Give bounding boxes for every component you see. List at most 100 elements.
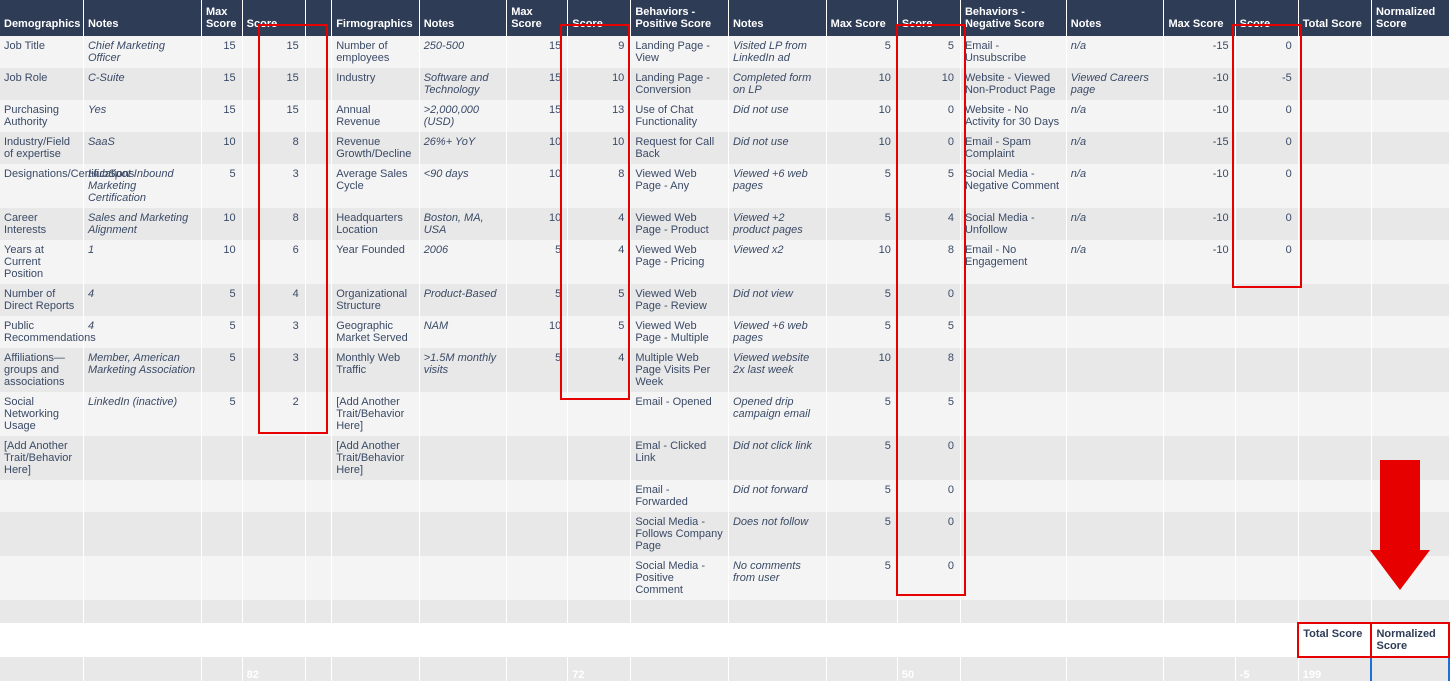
- cell[interactable]: [419, 392, 507, 436]
- cell[interactable]: Email - Opened: [631, 392, 729, 436]
- cell[interactable]: [1298, 436, 1371, 480]
- cell[interactable]: Yes: [83, 100, 201, 132]
- cell[interactable]: Website - No Activity for 30 Days: [960, 100, 1066, 132]
- cell[interactable]: [305, 348, 331, 392]
- cell[interactable]: [1298, 480, 1371, 512]
- cell[interactable]: 15: [201, 36, 242, 68]
- cell[interactable]: Software and Technology: [419, 68, 507, 100]
- cell[interactable]: 8: [897, 348, 960, 392]
- cell[interactable]: [Add Another Trait/Behavior Here]: [332, 392, 420, 436]
- cell[interactable]: [83, 556, 201, 600]
- cell[interactable]: [Add Another Trait/Behavior Here]: [332, 436, 420, 480]
- cell[interactable]: 3: [242, 164, 305, 208]
- cell[interactable]: 4: [83, 284, 201, 316]
- cell[interactable]: [1298, 284, 1371, 316]
- cell[interactable]: [1298, 240, 1371, 284]
- cell[interactable]: -10: [1164, 208, 1235, 240]
- cell[interactable]: 10: [826, 100, 897, 132]
- cell[interactable]: 5: [826, 284, 897, 316]
- cell[interactable]: [1298, 348, 1371, 392]
- cell[interactable]: SaaS: [83, 132, 201, 164]
- cell[interactable]: [1371, 132, 1449, 164]
- cell[interactable]: Social Media - Negative Comment: [960, 164, 1066, 208]
- cell[interactable]: [568, 480, 631, 512]
- cell[interactable]: 5: [507, 284, 568, 316]
- cell[interactable]: n/a: [1066, 100, 1164, 132]
- cell[interactable]: Job Title: [0, 36, 83, 68]
- cell[interactable]: Industry/Field of expertise: [0, 132, 83, 164]
- cell[interactable]: 2006: [419, 240, 507, 284]
- cell[interactable]: Public Recommendations: [0, 316, 83, 348]
- cell[interactable]: [568, 392, 631, 436]
- cell[interactable]: [1298, 208, 1371, 240]
- cell[interactable]: n/a: [1066, 132, 1164, 164]
- cell[interactable]: [419, 512, 507, 556]
- cell[interactable]: 5: [201, 392, 242, 436]
- cell[interactable]: 5: [507, 240, 568, 284]
- cell[interactable]: C-Suite: [83, 68, 201, 100]
- cell[interactable]: 5: [201, 316, 242, 348]
- cell[interactable]: 5: [201, 164, 242, 208]
- cell[interactable]: 15: [242, 100, 305, 132]
- cell[interactable]: [1298, 556, 1371, 600]
- cell[interactable]: [1235, 512, 1298, 556]
- cell[interactable]: 9: [568, 36, 631, 68]
- cell[interactable]: 0: [897, 132, 960, 164]
- cell[interactable]: [1235, 480, 1298, 512]
- cell[interactable]: 1: [83, 240, 201, 284]
- cell[interactable]: Landing Page - View: [631, 36, 729, 68]
- cell[interactable]: Did not use: [728, 132, 826, 164]
- cell[interactable]: -5: [1235, 68, 1298, 100]
- cell[interactable]: Year Founded: [332, 240, 420, 284]
- cell[interactable]: [419, 480, 507, 512]
- cell[interactable]: [305, 100, 331, 132]
- cell[interactable]: Number of employees: [332, 36, 420, 68]
- cell[interactable]: Viewed x2: [728, 240, 826, 284]
- cell[interactable]: 10: [568, 68, 631, 100]
- cell[interactable]: 5: [826, 392, 897, 436]
- cell[interactable]: 10: [507, 132, 568, 164]
- cell[interactable]: [242, 436, 305, 480]
- cell[interactable]: n/a: [1066, 164, 1164, 208]
- cell[interactable]: [1164, 556, 1235, 600]
- cell[interactable]: [1371, 36, 1449, 68]
- cell[interactable]: [305, 164, 331, 208]
- cell[interactable]: [305, 392, 331, 436]
- cell[interactable]: >1.5M monthly visits: [419, 348, 507, 392]
- cell[interactable]: [305, 284, 331, 316]
- cell[interactable]: 4: [242, 284, 305, 316]
- cell[interactable]: Website - Viewed Non-Product Page: [960, 68, 1066, 100]
- cell[interactable]: [305, 436, 331, 480]
- cell[interactable]: 15: [201, 68, 242, 100]
- cell[interactable]: -15: [1164, 36, 1235, 68]
- cell[interactable]: [83, 480, 201, 512]
- cell[interactable]: Social Media - Follows Company Page: [631, 512, 729, 556]
- cell[interactable]: Career Interests: [0, 208, 83, 240]
- cell[interactable]: Viewed Web Page - Review: [631, 284, 729, 316]
- cell[interactable]: [1298, 392, 1371, 436]
- cell[interactable]: Use of Chat Functionality: [631, 100, 729, 132]
- cell[interactable]: 0: [1235, 132, 1298, 164]
- cell[interactable]: [419, 436, 507, 480]
- cell[interactable]: 4: [897, 208, 960, 240]
- cell[interactable]: [960, 556, 1066, 600]
- cell[interactable]: 15: [507, 100, 568, 132]
- cell[interactable]: [1066, 512, 1164, 556]
- cell[interactable]: 10: [826, 348, 897, 392]
- cell[interactable]: Annual Revenue: [332, 100, 420, 132]
- cell[interactable]: Geographic Market Served: [332, 316, 420, 348]
- cell[interactable]: [201, 512, 242, 556]
- cell[interactable]: Monthly Web Traffic: [332, 348, 420, 392]
- cell[interactable]: HubSpot Inbound Marketing Certification: [83, 164, 201, 208]
- cell[interactable]: Years at Current Position: [0, 240, 83, 284]
- cell[interactable]: Did not view: [728, 284, 826, 316]
- cell[interactable]: Social Networking Usage: [0, 392, 83, 436]
- cell[interactable]: Headquarters Location: [332, 208, 420, 240]
- cell[interactable]: [242, 480, 305, 512]
- cell[interactable]: 0: [897, 100, 960, 132]
- cell[interactable]: [0, 556, 83, 600]
- cell[interactable]: [1371, 240, 1449, 284]
- cell[interactable]: [1164, 348, 1235, 392]
- cell[interactable]: [1371, 100, 1449, 132]
- cell[interactable]: [1298, 316, 1371, 348]
